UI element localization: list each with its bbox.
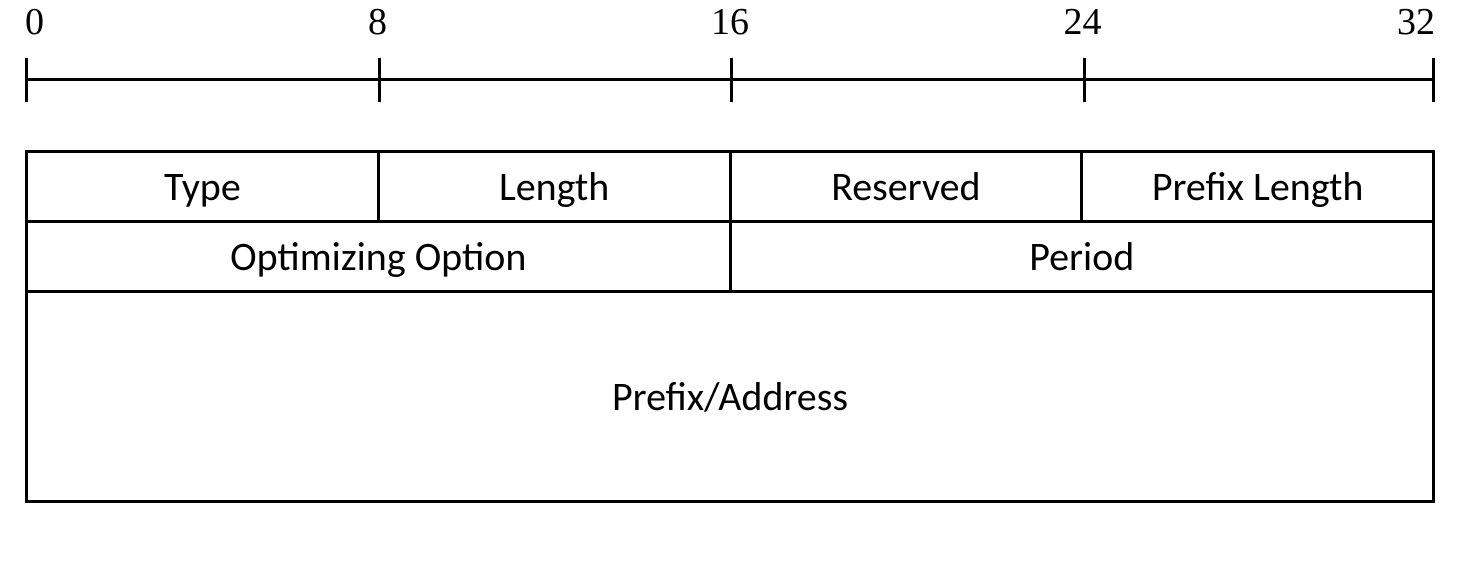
ruler-tick: [730, 58, 733, 102]
table-row: Type Length Reserved Prefix Length: [27, 152, 1434, 222]
table-row: Prefix/Address: [27, 292, 1434, 502]
field-reserved: Reserved: [730, 152, 1082, 222]
packet-fields-table: Type Length Reserved Prefix Length Optim…: [25, 150, 1435, 503]
table-row: Optimizing Option Period: [27, 222, 1434, 292]
bit-ruler: 0 8 16 24 32: [25, 0, 1435, 100]
ruler-tick-label: 0: [25, 0, 44, 44]
ruler-tick-label: 24: [1064, 0, 1102, 44]
packet-format-diagram: 0 8 16 24 32 Type Length Reserved Prefix…: [0, 0, 1460, 575]
ruler-tick: [1083, 58, 1086, 102]
ruler-tick: [378, 58, 381, 102]
ruler-tick-label: 16: [711, 0, 749, 44]
field-prefix-address: Prefix/Address: [27, 292, 1434, 502]
field-optimizing-option: Optimizing Option: [27, 222, 731, 292]
ruler-tick: [1432, 58, 1435, 102]
field-period: Period: [730, 222, 1434, 292]
ruler-tick-label: 32: [1397, 0, 1435, 44]
field-prefix-length: Prefix Length: [1082, 152, 1434, 222]
ruler-tick: [25, 58, 28, 102]
ruler-tick-label: 8: [368, 0, 387, 44]
field-length: Length: [378, 152, 730, 222]
field-type: Type: [27, 152, 379, 222]
